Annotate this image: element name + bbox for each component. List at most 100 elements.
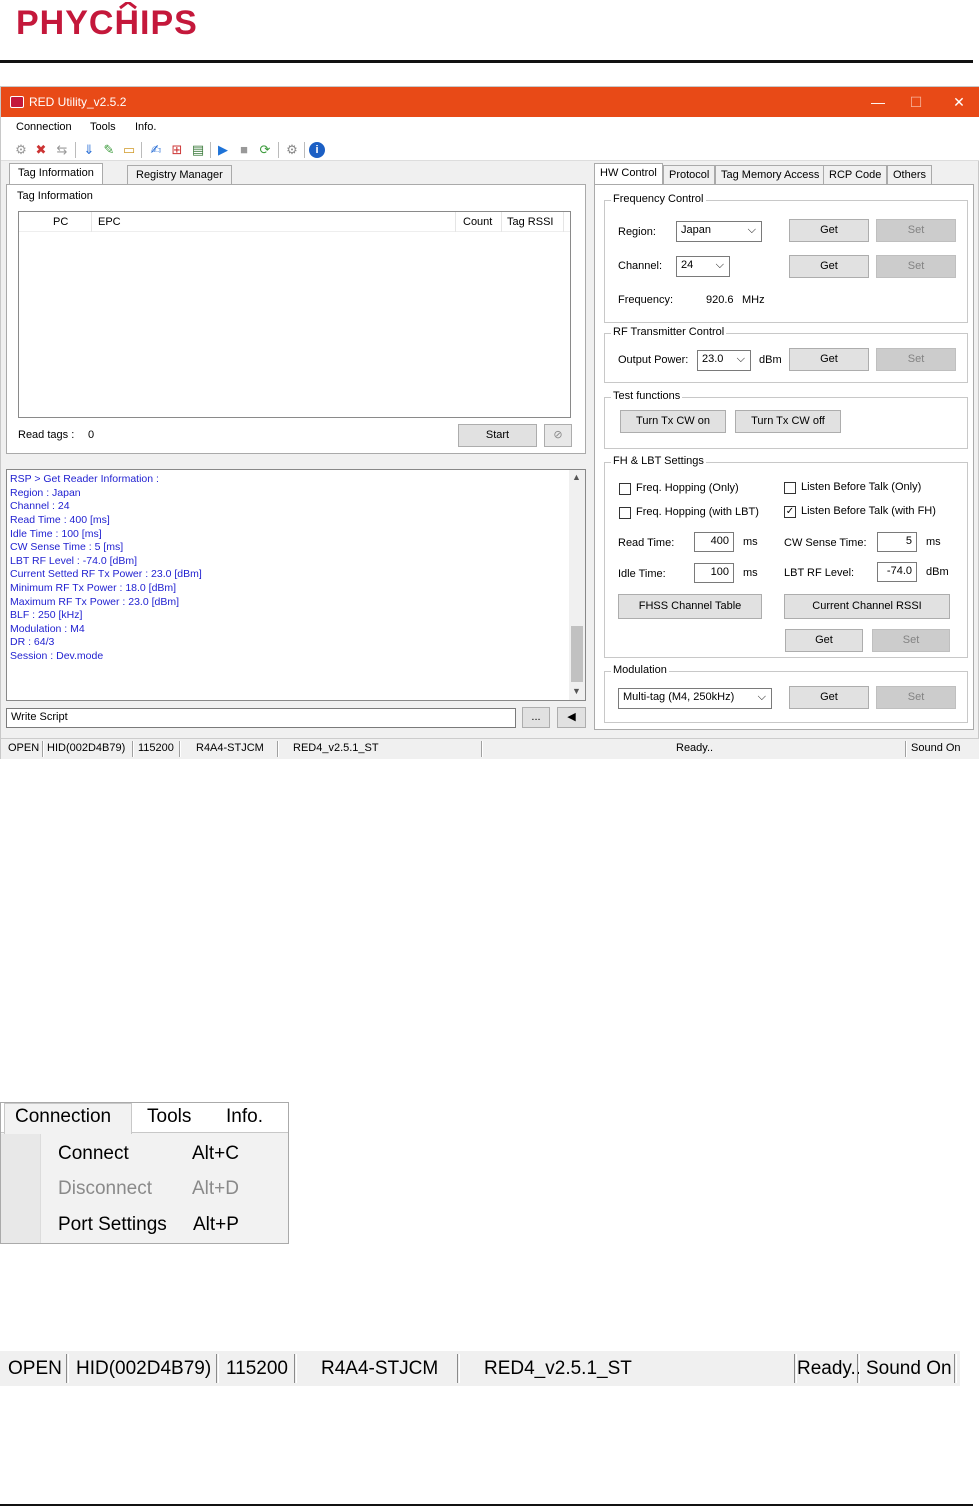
tab-others[interactable]: Others	[887, 165, 933, 185]
idle-time-input[interactable]: 100	[694, 563, 734, 583]
menu-connect[interactable]: Connect	[58, 1143, 129, 1165]
close-button[interactable]: ✕	[944, 91, 974, 113]
info-icon[interactable]: i	[309, 142, 325, 158]
tab-tag-memory-access[interactable]: Tag Memory Access	[715, 165, 826, 185]
power-get-button[interactable]: Get	[789, 348, 869, 371]
freq-hop-lbt-checkbox[interactable]	[619, 507, 631, 519]
connect-icon[interactable]: ⚙	[13, 142, 29, 158]
column-pc[interactable]: PC	[53, 216, 68, 228]
test-functions-group: Test functions Turn Tx CW on Turn Tx CW …	[604, 390, 968, 449]
settings-icon[interactable]: ⚙	[284, 142, 300, 158]
freq-hop-only-checkbox[interactable]	[619, 483, 631, 495]
menu-tools-zoom[interactable]: Tools	[147, 1106, 191, 1128]
maximize-button[interactable]: ☐	[901, 91, 931, 113]
document-icon[interactable]: ▭	[121, 142, 137, 158]
script-input[interactable]: Write Script	[6, 708, 516, 728]
fhss-channel-table-button[interactable]: FHSS Channel Table	[618, 594, 762, 619]
status-zoom-sound[interactable]: Sound On	[866, 1358, 952, 1380]
minimize-button[interactable]: —	[863, 91, 893, 113]
notepad-icon[interactable]: ✍	[148, 142, 164, 158]
status-sound[interactable]: Sound On	[911, 742, 961, 754]
idle-time-unit: ms	[743, 567, 758, 579]
stop-icon[interactable]: ■	[236, 142, 252, 158]
table-icon[interactable]: ▤	[190, 142, 206, 158]
cw-sense-input[interactable]: 5	[877, 532, 917, 552]
toolbar: ⚙ ✖ ⇆ ⇓ ✎ ▭ ✍ ⊞ ▤ ▶ ■ ⟳ ⚙ i	[1, 139, 979, 161]
menu-connection-zoom[interactable]: Connection	[15, 1106, 111, 1128]
script-run-button[interactable]: ◀	[557, 707, 586, 728]
channel-select[interactable]: 24 ⌵	[676, 256, 730, 277]
log-line: BLF : 250 [kHz]	[10, 609, 83, 621]
region-get-button[interactable]: Get	[789, 219, 869, 242]
fh-lbt-set-button[interactable]: Set	[872, 629, 950, 652]
scroll-up-icon[interactable]: ▲	[572, 472, 581, 482]
read-time-input[interactable]: 400	[694, 532, 734, 552]
region-select[interactable]: Japan ⌵	[676, 221, 762, 242]
footer-rule	[0, 1504, 973, 1506]
menu-info-zoom[interactable]: Info.	[226, 1106, 263, 1128]
log-line: CW Sense Time : 5 [ms]	[10, 541, 124, 553]
log-scrollbar[interactable]: ▲ ▼	[569, 470, 585, 700]
menu-disconnect[interactable]: Disconnect	[58, 1178, 152, 1200]
region-value: Japan	[681, 224, 711, 236]
tab-tag-information[interactable]: Tag Information	[9, 163, 103, 185]
column-tag-rssi[interactable]: Tag RSSI	[507, 216, 553, 228]
grid-icon[interactable]: ⊞	[169, 142, 185, 158]
play-icon[interactable]: ▶	[215, 142, 231, 158]
start-button[interactable]: Start	[458, 424, 537, 447]
tx-cw-off-button[interactable]: Turn Tx CW off	[735, 410, 841, 433]
tag-table[interactable]: PC EPC Count Tag RSSI	[18, 211, 571, 418]
power-set-button[interactable]: Set	[876, 348, 956, 371]
lbt-fh-label: Listen Before Talk (with FH)	[801, 505, 936, 517]
current-channel-rssi-button[interactable]: Current Channel RSSI	[784, 594, 950, 619]
read-time-unit: ms	[743, 536, 758, 548]
scroll-down-icon[interactable]: ▼	[572, 686, 581, 696]
log-output[interactable]: RSP > Get Reader Information : Region : …	[6, 469, 586, 701]
log-line: Region : Japan	[10, 487, 81, 499]
menu-connection[interactable]: Connection	[16, 121, 72, 133]
cw-sense-label: CW Sense Time:	[784, 537, 867, 549]
tab-hw-control[interactable]: HW Control	[594, 163, 663, 185]
output-power-select[interactable]: 23.0 ⌵	[697, 350, 751, 371]
logo-text: PHYCHIPS	[16, 4, 198, 42]
download-icon[interactable]: ⇓	[81, 142, 97, 158]
fh-lbt-get-button[interactable]: Get	[785, 629, 863, 652]
menu-connect-shortcut: Alt+C	[192, 1143, 239, 1164]
status-zoom-device: HID(002D4B79)	[76, 1358, 212, 1379]
frequency-unit: MHz	[742, 294, 765, 306]
tab-registry-manager[interactable]: Registry Manager	[127, 165, 232, 185]
modulation-select[interactable]: Multi-tag (M4, 250kHz) ⌵	[618, 688, 772, 709]
clear-icon[interactable]: ⊘	[544, 424, 572, 447]
disconnect-icon[interactable]: ✖	[33, 142, 49, 158]
channel-set-button[interactable]: Set	[876, 255, 956, 278]
test-functions-title: Test functions	[611, 390, 683, 402]
status-bar: OPEN HID(002D4B79) 115200 R4A4-STJCM RED…	[1, 738, 979, 759]
refresh-icon[interactable]: ⟳	[257, 142, 273, 158]
script-browse-button[interactable]: ...	[522, 707, 550, 728]
menu-tools[interactable]: Tools	[90, 121, 116, 133]
lbt-only-checkbox[interactable]	[784, 482, 796, 494]
modulation-get-button[interactable]: Get	[789, 686, 869, 709]
fh-lbt-group: FH & LBT Settings Freq. Hopping (Only) F…	[604, 455, 968, 658]
tab-rcp-code[interactable]: RCP Code	[823, 165, 888, 185]
tx-cw-on-button[interactable]: Turn Tx CW on	[620, 410, 726, 433]
column-epc[interactable]: EPC	[98, 216, 121, 228]
column-count[interactable]: Count	[463, 216, 492, 228]
menu-info[interactable]: Info.	[135, 121, 156, 133]
port-settings-icon[interactable]: ⇆	[54, 142, 70, 158]
edit-icon[interactable]: ✎	[101, 142, 117, 158]
status-zoom-model: R4A4-STJCM	[321, 1358, 439, 1379]
status-zoom-baud: 115200	[226, 1358, 288, 1379]
frequency-label: Frequency:	[618, 294, 674, 306]
status-zoom-state: OPEN	[8, 1358, 62, 1379]
scroll-thumb[interactable]	[571, 626, 583, 682]
tag-information-panel: Tag Information PC EPC Count Tag RSSI Re…	[6, 184, 586, 454]
log-line: Read Time : 400 [ms]	[10, 514, 110, 526]
region-set-button[interactable]: Set	[876, 219, 956, 242]
lbt-fh-checkbox[interactable]: ✓	[784, 506, 796, 518]
channel-get-button[interactable]: Get	[789, 255, 869, 278]
modulation-set-button[interactable]: Set	[876, 686, 956, 709]
menu-port-settings[interactable]: Port Settings	[58, 1214, 167, 1236]
tab-protocol[interactable]: Protocol	[663, 165, 716, 185]
lbt-level-input[interactable]: -74.0	[877, 562, 917, 582]
